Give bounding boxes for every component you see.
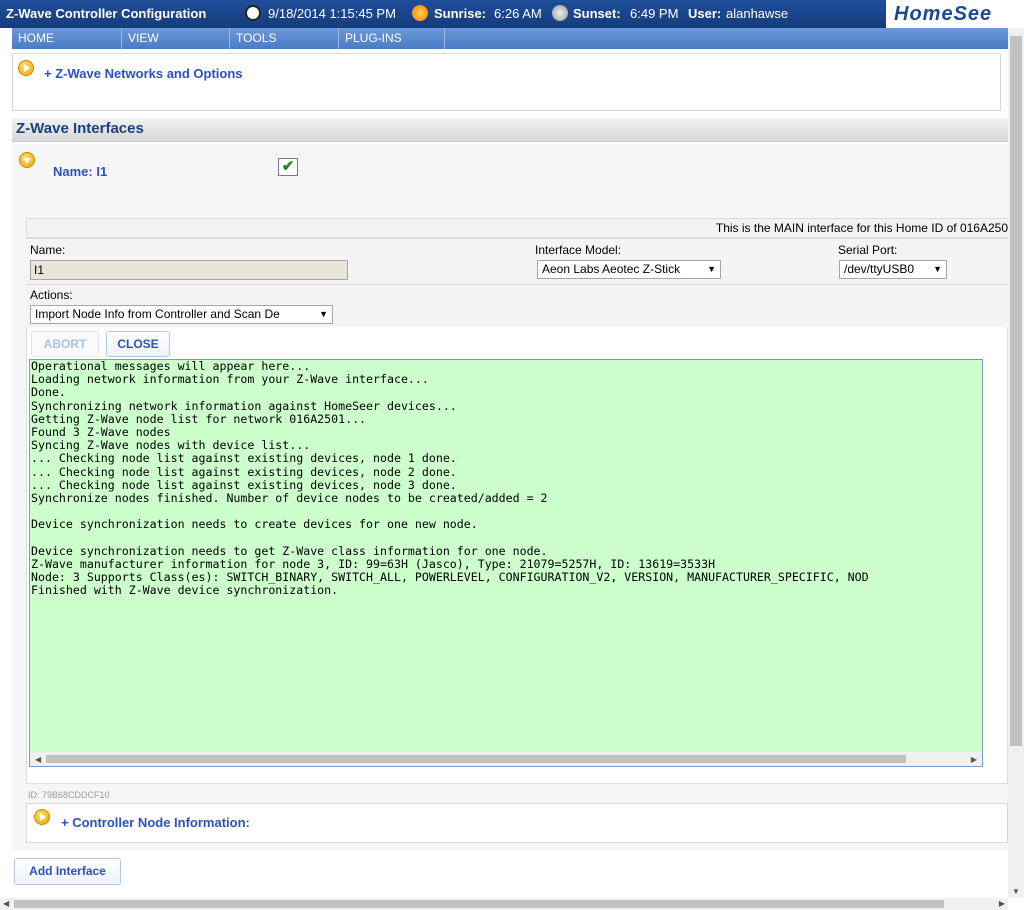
enabled-checkbox[interactable]: ✔ [278,158,298,176]
collapse-icon[interactable] [19,152,35,168]
settings-row: Name: Interface Model: Aeon Labs Aeotec … [26,238,1008,284]
menu-plugins[interactable]: PLUG-INS [339,28,445,49]
sun-icon [412,5,428,21]
name-label: Name: [30,243,66,257]
moon-icon [552,5,568,21]
interface-model-value: Aeon Labs Aeotec Z-Stick [542,262,681,276]
menu-view[interactable]: VIEW [122,28,230,49]
sunrise-value: 6:26 AM [494,6,542,21]
page-scroll-thumb[interactable] [1010,36,1022,746]
interface-model-label: Interface Model: [535,243,622,257]
close-button[interactable]: CLOSE [106,331,170,357]
homeseer-logo: HomeSee [886,0,1024,28]
chevron-down-icon: ▼ [933,264,942,274]
name-input[interactable] [30,260,348,280]
actions-value: Import Node Info from Controller and Sca… [35,307,280,321]
page-title: Z-Wave Controller Configuration [6,6,207,21]
scroll-left-icon[interactable]: ◀ [3,899,9,908]
serial-port-select[interactable]: /dev/ttyUSB0 ▼ [839,260,947,279]
networks-panel: + Z-Wave Networks and Options [12,53,1001,111]
title-bar: Z-Wave Controller Configuration 9/18/201… [0,0,1024,28]
user-value: alanhawse [726,6,789,21]
sunset-label: Sunset: [573,6,621,21]
page-hscroll-thumb[interactable] [14,900,944,908]
controller-node-info-link[interactable]: + Controller Node Information: [61,815,250,830]
operation-log[interactable]: Operational messages will appear here...… [29,359,983,767]
expand-icon[interactable] [18,60,34,76]
page-vertical-scrollbar[interactable]: ▼ [1008,28,1024,898]
chevron-down-icon: ▼ [707,264,716,274]
scroll-left-icon[interactable]: ◀ [35,755,41,764]
actions-select[interactable]: Import Node Info from Controller and Sca… [30,305,333,324]
interface-id: ID: 79B68CDDCF10 [28,790,110,800]
actions-row: Actions: Import Node Info from Controlle… [26,284,1008,327]
sunset-value: 6:49 PM [630,6,679,21]
serial-port-value: /dev/ttyUSB0 [844,262,915,276]
section-heading-interfaces: Z-Wave Interfaces [12,118,1008,142]
actions-label: Actions: [30,288,73,302]
clock-icon [245,5,261,21]
scroll-down-icon[interactable]: ▼ [1012,887,1020,896]
chevron-down-icon: ▼ [319,309,328,319]
datetime-text: 9/18/2014 1:15:45 PM [268,6,396,21]
log-horizontal-scrollbar[interactable]: ◀ ▶ [30,752,982,766]
main-notice-bar: This is the MAIN interface for this Home… [27,219,1008,238]
interface-name-heading: Name: I1 [53,164,108,179]
log-scroll-thumb[interactable] [46,755,906,763]
menu-tools[interactable]: TOOLS [230,28,339,49]
user-label: User: [688,6,722,21]
main-menu: HOME VIEW TOOLS PLUG-INS [12,28,1024,49]
abort-button[interactable]: ABORT [31,331,99,357]
controller-node-panel: + Controller Node Information: [26,803,1008,843]
expand-icon[interactable] [34,809,50,825]
networks-options-link[interactable]: + Z-Wave Networks and Options [44,66,243,81]
page-horizontal-scrollbar[interactable]: ◀ ▶ [0,898,1008,910]
menu-home[interactable]: HOME [12,28,122,49]
scroll-right-icon[interactable]: ▶ [999,899,1005,908]
interface-model-select[interactable]: Aeon Labs Aeotec Z-Stick ▼ [537,260,721,279]
serial-port-label: Serial Port: [838,243,898,257]
add-interface-button[interactable]: Add Interface [14,858,121,885]
main-interface-notice: This is the MAIN interface for this Home… [715,221,1008,235]
log-text: Operational messages will appear here...… [31,359,869,598]
sunrise-label: Sunrise: [434,6,487,21]
scroll-right-icon[interactable]: ▶ [971,755,977,764]
